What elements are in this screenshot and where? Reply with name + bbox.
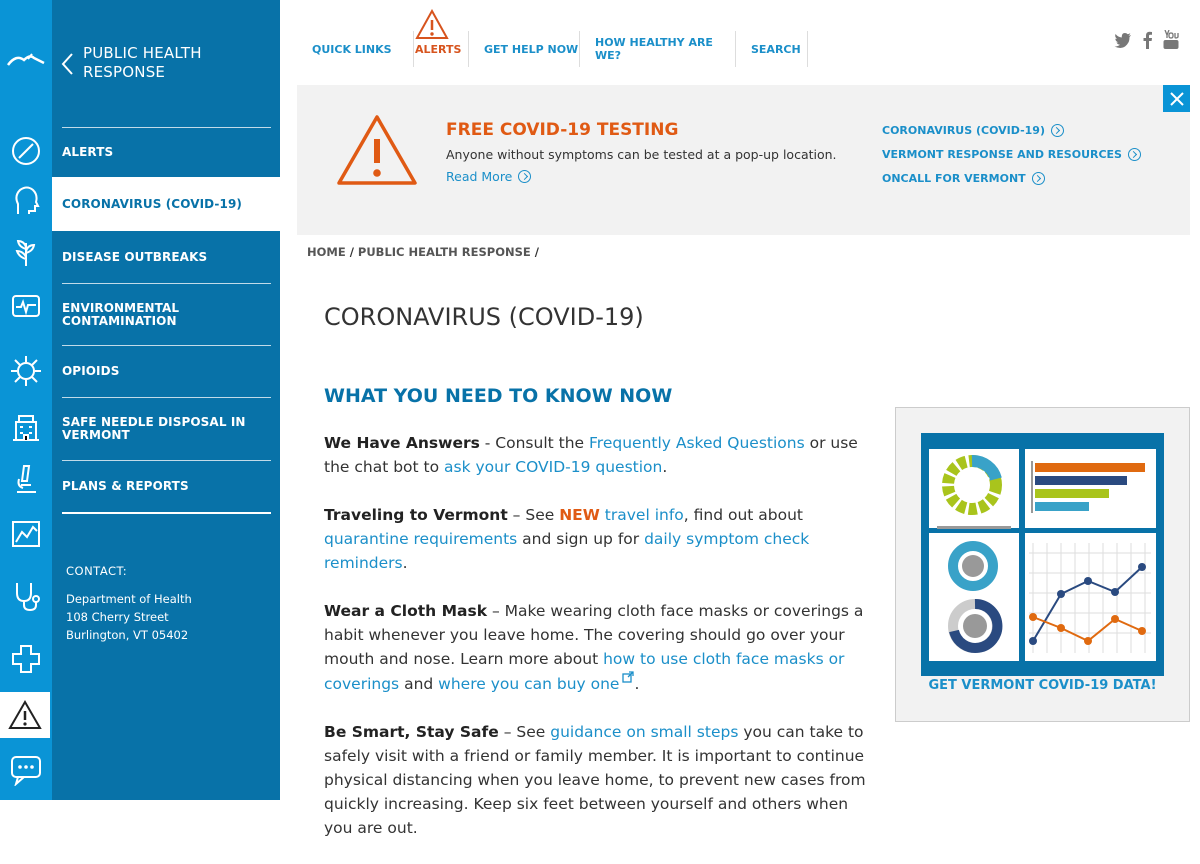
sidebar-item-alerts[interactable]: ALERTS [62,127,271,177]
sidebar: PUBLIC HEALTH RESPONSE ALERTS CORONAVIRU… [52,0,280,800]
sidebar-item-needle-disposal[interactable]: SAFE NEEDLE DISPOSAL IN VERMONT [62,397,271,460]
pill-icon[interactable] [0,125,52,177]
banner-link-oncall[interactable]: ONCALL FOR VERMONT [882,166,1141,190]
icon-rail [0,0,52,800]
sidebar-title: PUBLIC HEALTH RESPONSE [83,44,202,81]
monitor-pulse-icon[interactable] [0,281,52,333]
virus-icon[interactable] [0,345,52,397]
data-card-label[interactable]: GET VERMONT COVID-19 DATA! [896,678,1189,693]
nav-search[interactable]: SEARCH [751,31,808,67]
page-title: CORONAVIRUS (COVID-19) [324,303,644,331]
text: . [662,458,668,476]
banner-close-button[interactable] [1163,85,1190,112]
nav-alerts[interactable]: ALERTS [415,31,469,67]
buy-mask-link[interactable]: where you can buy one [438,675,619,693]
small-steps-link[interactable]: guidance on small steps [550,723,738,741]
text: – See [498,723,551,741]
contact-heading: CONTACT: [66,564,128,578]
plant-icon[interactable] [0,226,52,278]
section-heading: WHAT YOU NEED TO KNOW NOW [324,385,673,407]
text: – See [507,506,560,524]
paragraph-stay-safe: Be Smart, Stay Safe – See guidance on sm… [324,720,879,840]
facebook-icon[interactable] [1142,31,1153,49]
large-warning-icon [337,115,417,185]
chat-bot-button[interactable] [0,740,52,800]
breadcrumb-separator: / [349,245,354,259]
chat-icon [11,756,41,786]
social-links [1114,30,1179,50]
banner-link-label: VERMONT RESPONSE AND RESOURCES [882,147,1122,161]
paragraph-lead: We Have Answers [324,434,480,452]
text: and sign up for [517,530,645,548]
contact-city: Burlington, VT 05402 [66,628,189,642]
banner-link-label: ONCALL FOR VERMONT [882,171,1026,185]
breadcrumb: HOME / PUBLIC HEALTH RESPONSE / [307,245,543,259]
top-nav: QUICK LINKS ALERTS GET HELP NOW HOW HEAL… [297,0,917,85]
breadcrumb-home[interactable]: HOME [307,245,346,259]
circle-arrow-icon [1050,123,1064,137]
sidebar-item-disease-outbreaks[interactable]: DISEASE OUTBREAKS [62,231,271,283]
banner-link-vermont-response[interactable]: VERMONT RESPONSE AND RESOURCES [882,142,1141,166]
sidebar-item-coronavirus[interactable]: CORONAVIRUS (COVID-19) [52,177,280,231]
sidebar-nav: ALERTS CORONAVIRUS (COVID-19) DISEASE OU… [52,127,280,514]
text: - Consult the [479,434,590,452]
nav-quick-links[interactable]: QUICK LINKS [312,31,414,67]
paragraph-lead: Wear a Cloth Mask [324,602,488,620]
new-badge: NEW [559,506,600,524]
contact-org: Department of Health [66,592,192,606]
stethoscope-icon[interactable] [0,570,52,622]
read-more-label: Read More [446,169,513,184]
head-icon[interactable] [0,175,52,227]
breadcrumb-section[interactable]: PUBLIC HEALTH RESPONSE [358,245,531,259]
ask-question-link[interactable]: ask your COVID-19 question [444,458,662,476]
breadcrumb-separator: / [534,245,539,259]
covid-data-card[interactable]: GET VERMONT COVID-19 DATA! [895,407,1190,722]
main-content: WHAT YOU NEED TO KNOW NOW We Have Answer… [324,383,879,864]
microscope-icon[interactable] [0,452,52,504]
data-dashboard-illustration [921,433,1164,676]
banner-description: Anyone without symptoms can be tested at… [446,147,837,162]
text: and [399,675,439,693]
alert-banner: FREE COVID-19 TESTING Anyone without sym… [297,85,1190,235]
banner-link-coronavirus[interactable]: CORONAVIRUS (COVID-19) [882,118,1141,142]
chart-icon[interactable] [0,508,52,560]
circle-arrow-icon [518,170,532,183]
nav-get-help-now[interactable]: GET HELP NOW [484,31,580,67]
building-icon[interactable] [0,401,52,453]
faq-link[interactable]: Frequently Asked Questions [589,434,805,452]
close-icon [1169,91,1184,106]
rail-alert-button[interactable] [0,692,52,738]
sidebar-item-environmental[interactable]: ENVIRONMENTAL CONTAMINATION [62,283,271,345]
health-logo-icon[interactable] [0,0,52,120]
travel-info-link[interactable]: travel info [600,506,684,524]
banner-read-more-link[interactable]: Read More [446,169,532,184]
sidebar-header[interactable]: PUBLIC HEALTH RESPONSE [52,0,280,120]
warning-icon [8,700,42,729]
contact-block: CONTACT: Department of Health 108 Cherry… [66,562,192,644]
sidebar-item-opioids[interactable]: OPIOIDS [62,345,271,397]
nav-how-healthy[interactable]: HOW HEALTHY ARE WE? [595,31,736,67]
text: . [402,554,408,572]
banner-title: FREE COVID-19 TESTING [446,120,679,140]
text: . [634,675,640,693]
paragraph-traveling: Traveling to Vermont – See NEW travel in… [324,503,879,575]
banner-links: CORONAVIRUS (COVID-19) VERMONT RESPONSE … [882,118,1141,190]
external-link-icon [622,671,635,683]
chevron-left-icon[interactable] [60,52,74,76]
youtube-icon[interactable] [1163,30,1179,50]
paragraph-mask: Wear a Cloth Mask – Make wearing cloth f… [324,599,879,696]
paragraph-lead: Traveling to Vermont [324,506,508,524]
paragraph-lead: Be Smart, Stay Safe [324,723,499,741]
circle-arrow-icon [1031,171,1045,185]
text: , find out about [683,506,804,524]
contact-street: 108 Cherry Street [66,610,169,624]
plus-icon[interactable] [0,633,52,685]
banner-link-label: CORONAVIRUS (COVID-19) [882,123,1045,137]
quarantine-link[interactable]: quarantine requirements [324,530,517,548]
circle-arrow-icon [1127,147,1141,161]
paragraph-answers: We Have Answers - Consult the Frequently… [324,431,879,479]
sidebar-item-plans-reports[interactable]: PLANS & REPORTS [62,460,271,514]
twitter-icon[interactable] [1114,32,1132,48]
